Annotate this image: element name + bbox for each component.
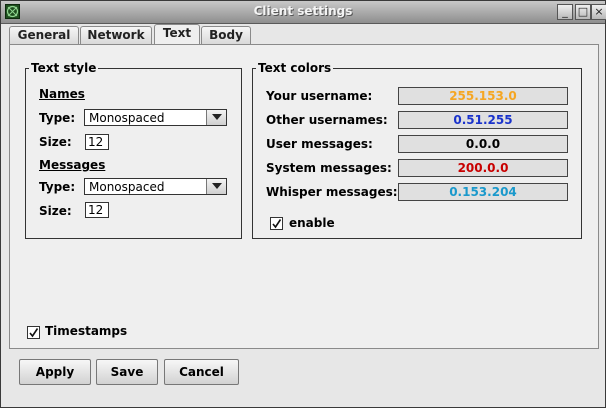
text-tab-panel: Text style Names Type: Monospaced Size: … — [9, 44, 599, 349]
text-colors-group: Text colors Your username: 255.153.0 Oth… — [252, 61, 582, 239]
save-button[interactable]: Save — [96, 359, 158, 385]
timestamps-label[interactable]: Timestamps — [45, 324, 127, 338]
whisper-messages-label: Whisper messages: — [266, 185, 398, 199]
apply-button[interactable]: Apply — [19, 359, 91, 385]
chevron-down-icon[interactable] — [206, 179, 226, 194]
maximize-icon[interactable]: □ — [575, 4, 591, 20]
window-title: Client settings — [253, 4, 353, 18]
text-style-group: Text style Names Type: Monospaced Size: … — [25, 61, 242, 239]
chevron-down-icon[interactable] — [206, 110, 226, 125]
text-colors-legend: Text colors — [258, 61, 332, 75]
names-size-input[interactable]: 12 — [85, 134, 109, 150]
cancel-button[interactable]: Cancel — [164, 359, 239, 385]
tab-body[interactable]: Body — [201, 26, 251, 44]
other-usernames-label: Other usernames: — [266, 113, 388, 127]
messages-type-label: Type: — [39, 180, 76, 194]
names-type-value: Monospaced — [89, 111, 165, 125]
other-usernames-color-field[interactable]: 0.51.255 — [398, 111, 568, 129]
tab-text[interactable]: Text — [154, 24, 200, 44]
names-type-select[interactable]: Monospaced — [84, 109, 227, 126]
tab-network[interactable]: Network — [80, 26, 152, 44]
names-size-label: Size: — [39, 135, 72, 149]
enable-colors-label[interactable]: enable — [289, 216, 335, 230]
names-type-label: Type: — [39, 111, 76, 125]
text-style-legend: Text style — [31, 61, 97, 75]
system-messages-color-field[interactable]: 200.0.0 — [398, 159, 568, 177]
messages-type-select[interactable]: Monospaced — [84, 178, 227, 195]
minimize-icon[interactable]: _ — [557, 4, 573, 20]
names-heading: Names — [39, 87, 85, 101]
settings-window: Client settings _ □ × General Network Te… — [0, 0, 606, 408]
whisper-messages-color-field[interactable]: 0.153.204 — [398, 183, 568, 201]
messages-size-input[interactable]: 12 — [85, 202, 109, 218]
messages-type-value: Monospaced — [89, 180, 165, 194]
checkmark-icon — [29, 328, 39, 338]
close-icon[interactable]: × — [591, 4, 606, 20]
your-username-color-field[interactable]: 255.153.0 — [398, 87, 568, 105]
user-messages-label: User messages: — [266, 137, 373, 151]
checkmark-icon — [272, 219, 282, 229]
system-messages-label: System messages: — [266, 161, 392, 175]
title-bar[interactable]: Client settings _ □ × — [1, 1, 606, 24]
messages-heading: Messages — [39, 158, 106, 172]
user-messages-color-field[interactable]: 0.0.0 — [398, 135, 568, 153]
enable-colors-checkbox[interactable] — [270, 217, 283, 230]
tab-general[interactable]: General — [9, 26, 79, 44]
messages-size-label: Size: — [39, 204, 72, 218]
timestamps-checkbox[interactable] — [27, 326, 40, 339]
your-username-label: Your username: — [266, 89, 373, 103]
